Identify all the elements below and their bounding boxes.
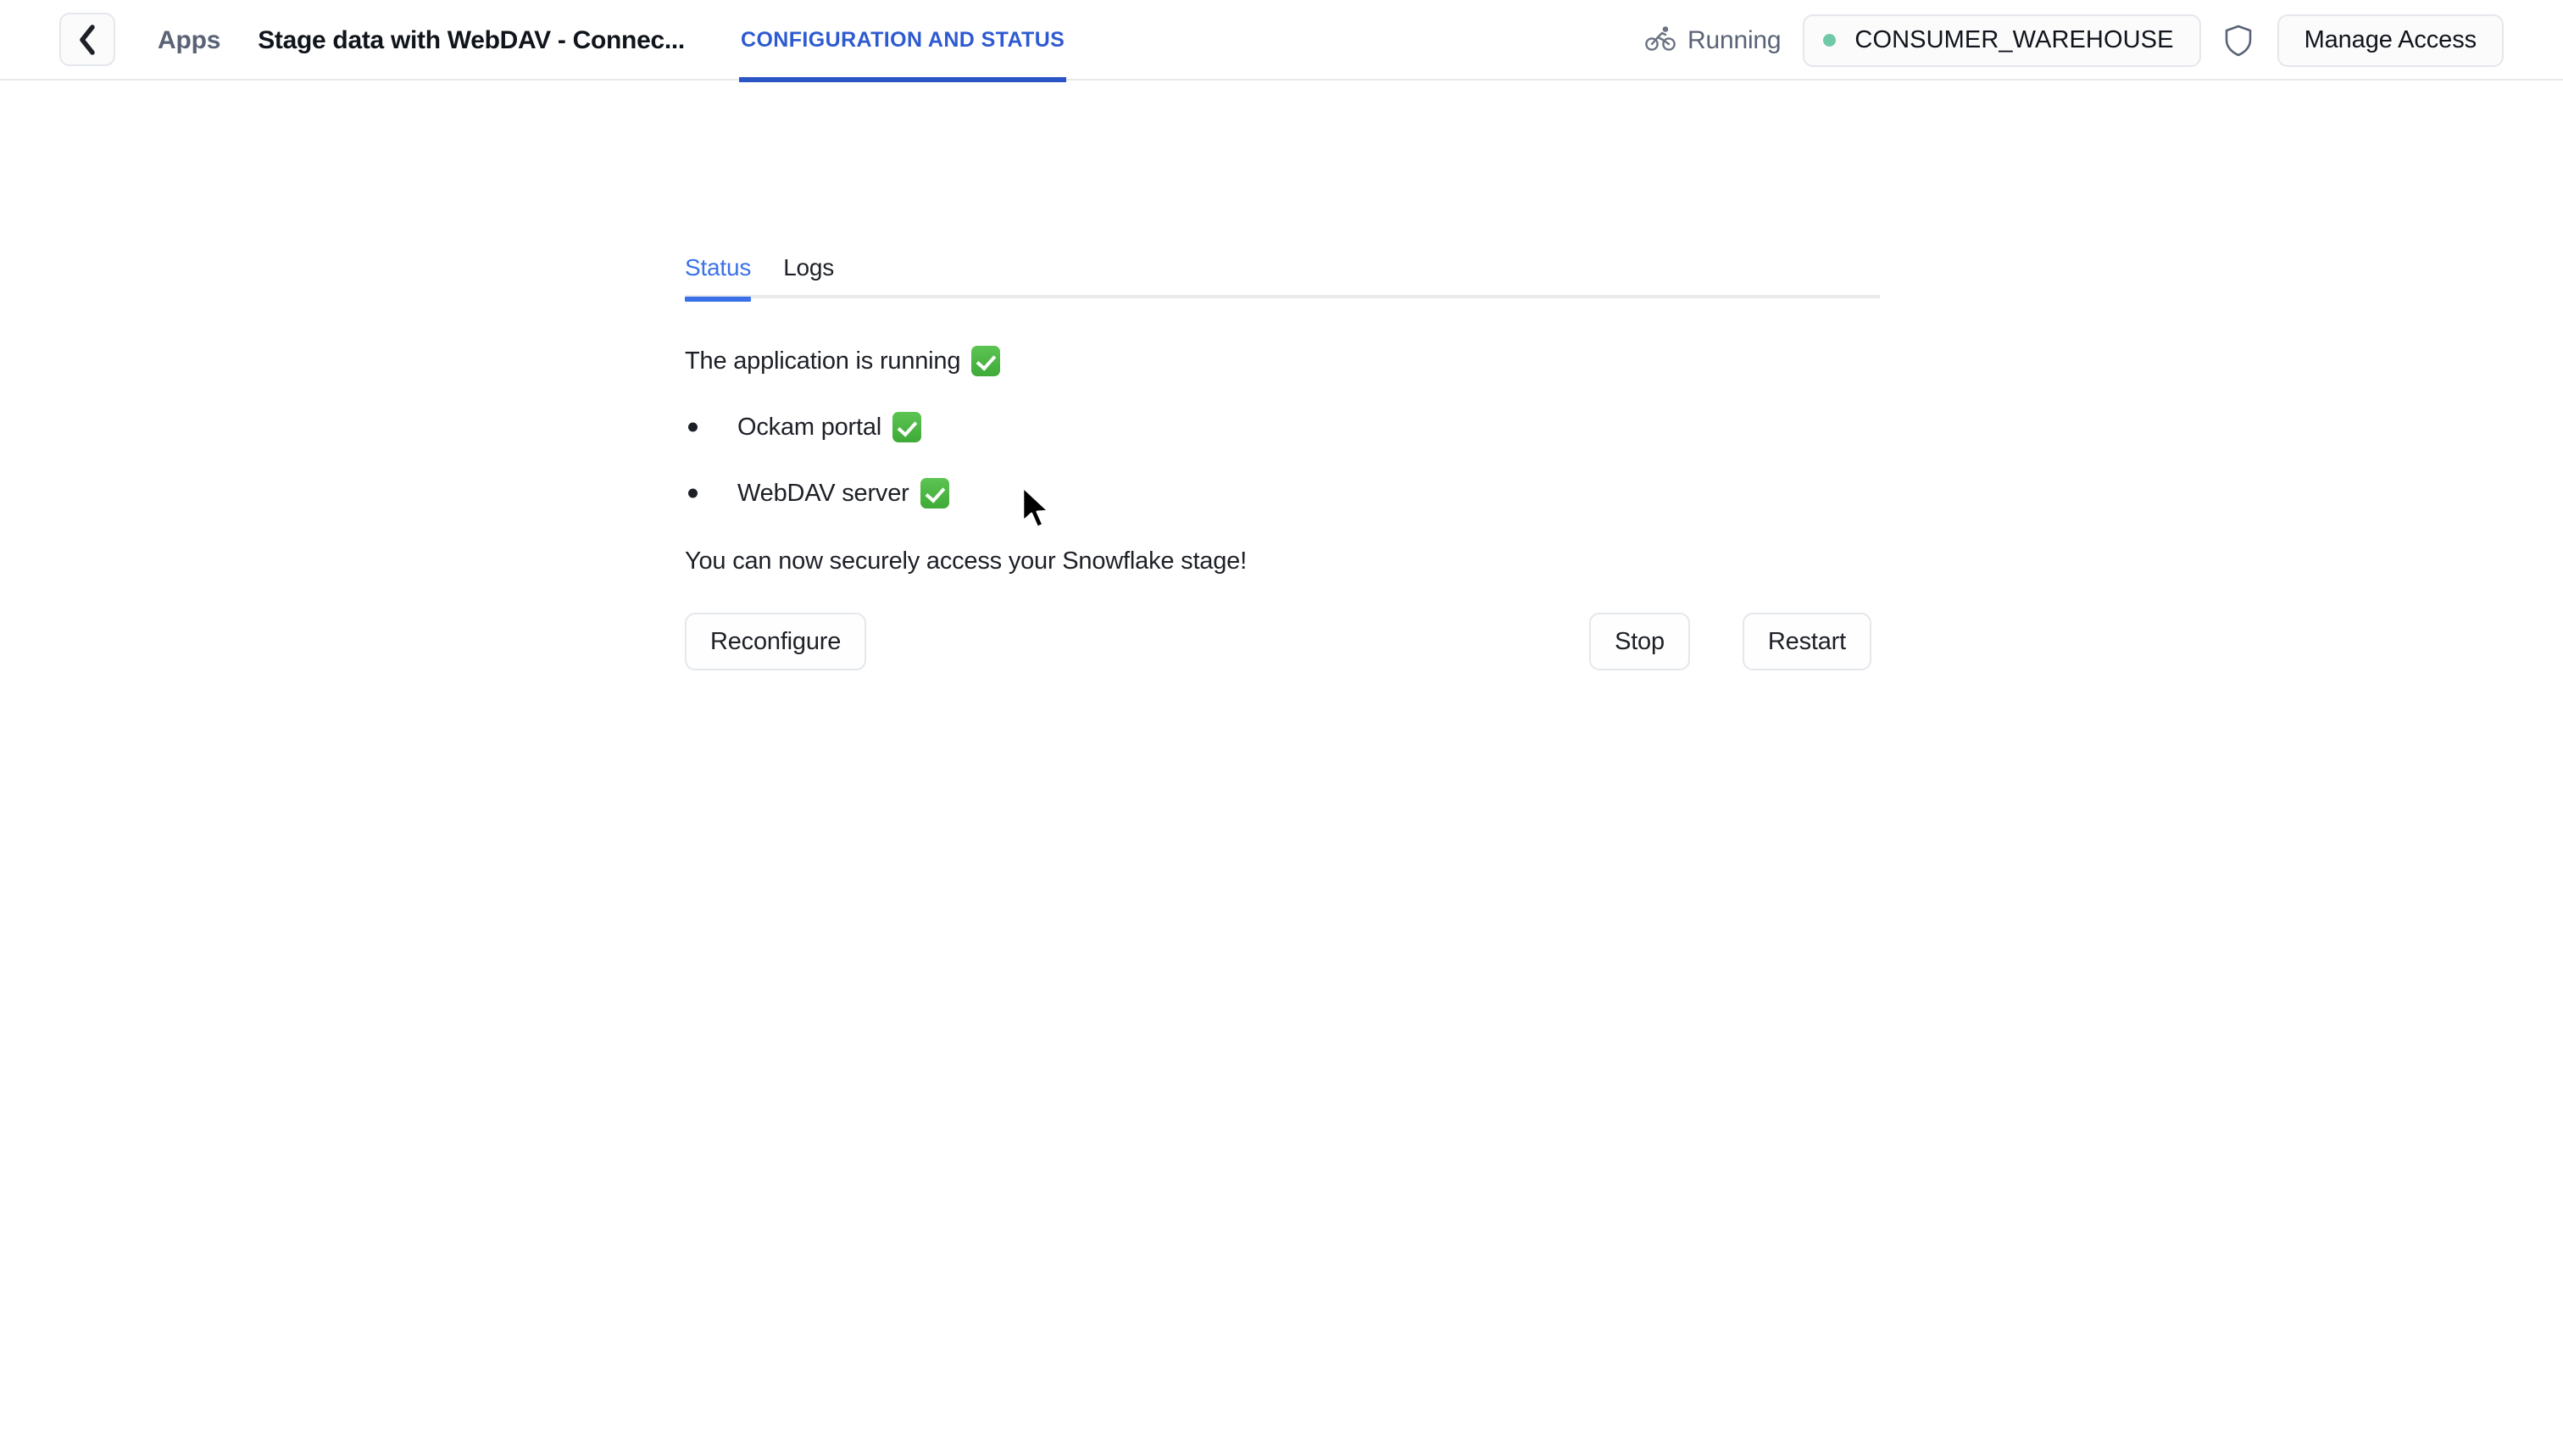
component-label: WebDAV server	[737, 479, 909, 507]
tab-status[interactable]: Status	[685, 254, 752, 302]
app-header: Apps Stage data with WebDAV - Connec... …	[0, 0, 2563, 82]
component-status-list: Ockam portal WebDAV server	[685, 412, 1880, 508]
app-window: Apps Stage data with WebDAV - Connec... …	[0, 0, 2563, 1456]
reconfigure-button[interactable]: Reconfigure	[685, 613, 867, 670]
back-button[interactable]	[59, 13, 115, 66]
status-headline: The application is running	[685, 346, 1880, 376]
tab-status-label: Status	[685, 254, 752, 281]
chevron-left-icon	[77, 24, 97, 56]
warehouse-selector[interactable]: CONSUMER_WAREHOUSE	[1803, 14, 2201, 67]
component-label: Ockam portal	[737, 413, 882, 441]
tab-active-indicator	[739, 77, 1067, 82]
restart-button-label: Restart	[1767, 627, 1846, 655]
check-mark-button-icon	[892, 412, 922, 442]
stop-button[interactable]: Stop	[1589, 613, 1690, 670]
check-mark-button-icon	[920, 478, 949, 508]
action-button-row: Reconfigure Stop Restart	[685, 613, 1871, 670]
tab-configuration-and-status[interactable]: CONFIGURATION AND STATUS	[739, 0, 1067, 82]
app-running-status: Running	[1645, 25, 1782, 56]
shield-icon[interactable]	[2221, 21, 2255, 60]
tab-logs-label: Logs	[783, 254, 835, 281]
header-tab-list: CONFIGURATION AND STATUS	[739, 0, 1067, 82]
restart-button[interactable]: Restart	[1742, 613, 1871, 670]
tab-configuration-and-status-label: CONFIGURATION AND STATUS	[741, 28, 1065, 52]
header-actions: Running CONSUMER_WAREHOUSE Manage Access	[1645, 0, 2563, 81]
tab-status-active-indicator	[685, 297, 752, 302]
page-title: Stage data with WebDAV - Connec...	[258, 25, 685, 54]
running-status-label: Running	[1687, 25, 1782, 54]
tab-logs[interactable]: Logs	[783, 254, 834, 298]
reconfigure-button-label: Reconfigure	[710, 627, 842, 655]
list-item: WebDAV server	[685, 478, 1880, 508]
stop-button-label: Stop	[1615, 627, 1665, 655]
breadcrumb-apps-link[interactable]: Apps	[158, 26, 220, 55]
check-mark-button-icon	[971, 346, 1001, 376]
biking-icon	[1645, 25, 1676, 56]
main-content: Status Logs The application is running O…	[685, 254, 1880, 670]
closing-message: You can now securely access your Snowfla…	[685, 547, 1247, 575]
warehouse-name: CONSUMER_WAREHOUSE	[1854, 26, 2174, 53]
warehouse-status-dot	[1823, 34, 1837, 47]
list-item: Ockam portal	[685, 412, 1880, 442]
status-headline-text: The application is running	[685, 347, 961, 375]
content-tab-list: Status Logs	[685, 254, 1880, 302]
manage-access-button[interactable]: Manage Access	[2277, 14, 2504, 67]
breadcrumb: Apps Stage data with WebDAV - Connec...	[158, 0, 685, 81]
action-button-group-right: Stop Restart	[1589, 613, 1871, 670]
manage-access-label: Manage Access	[2304, 26, 2477, 53]
